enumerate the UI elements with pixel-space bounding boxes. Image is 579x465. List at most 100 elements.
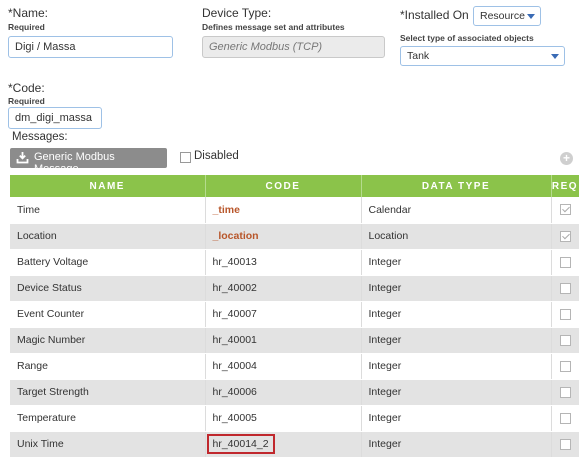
chevron-down-icon — [551, 54, 559, 59]
column-header-req[interactable]: REQ — [551, 175, 579, 197]
row-data-type: Calendar — [361, 197, 552, 224]
column-header-code[interactable]: CODE — [205, 175, 362, 197]
required-checkbox[interactable] — [559, 204, 571, 216]
row-data-type: Integer — [361, 405, 552, 432]
row-req — [551, 301, 579, 328]
row-code-text: hr_40007 — [212, 308, 257, 320]
table-row[interactable]: Device Status hr_40002 Integer — [10, 275, 579, 302]
name-required-hint: Required — [8, 22, 45, 32]
required-checkbox[interactable] — [559, 282, 571, 294]
row-code-text: hr_40001 — [212, 334, 257, 346]
table-row[interactable]: Event Counter hr_40007 Integer — [10, 301, 579, 328]
table-header-row: NAME CODE DATA TYPE REQ — [10, 175, 579, 197]
associated-objects-select[interactable]: Tank — [400, 46, 565, 66]
row-name: Magic Number — [10, 327, 206, 354]
row-req — [551, 405, 579, 432]
chevron-down-icon — [527, 14, 535, 19]
row-code-text: hr_40013 — [212, 256, 257, 268]
row-code: hr_40001 — [205, 327, 362, 354]
row-data-type: Integer — [361, 275, 552, 302]
row-code: hr_40013 — [205, 249, 362, 276]
row-req — [551, 379, 579, 406]
device-type-field: Generic Modbus (TCP) — [202, 36, 385, 58]
row-name: Battery Voltage — [10, 249, 206, 276]
name-label: *Name: — [8, 6, 49, 20]
code-label: *Code: — [8, 81, 45, 95]
highlighted-code: hr_40014_2 — [206, 434, 275, 454]
associated-objects-label: Select type of associated objects — [400, 33, 534, 43]
disabled-label: Disabled — [194, 150, 239, 162]
row-data-type: Integer — [361, 431, 552, 458]
table-row[interactable]: Magic Number hr_40001 Integer — [10, 327, 579, 354]
column-header-name[interactable]: NAME — [10, 175, 206, 197]
required-checkbox[interactable] — [559, 308, 571, 320]
row-code: hr_40005 — [205, 405, 362, 432]
row-name: Unix Time — [10, 431, 206, 458]
row-code: hr_40002 — [205, 275, 362, 302]
add-icon[interactable]: + — [560, 152, 573, 165]
row-data-type: Integer — [361, 379, 552, 406]
required-checkbox[interactable] — [559, 360, 571, 372]
download-icon — [16, 152, 29, 164]
row-req — [551, 197, 579, 224]
column-header-data-type[interactable]: DATA TYPE — [361, 175, 552, 197]
installed-on-select[interactable]: Resource — [473, 6, 541, 26]
name-field[interactable]: Digi / Massa — [8, 36, 173, 58]
device-type-hint: Defines message set and attributes — [202, 22, 345, 32]
row-name: Target Strength — [10, 379, 206, 406]
table-row[interactable]: Time _time Calendar — [10, 197, 579, 224]
device-type-label: Device Type: — [202, 6, 272, 20]
disabled-checkbox[interactable] — [180, 152, 191, 163]
row-name: Event Counter — [10, 301, 206, 328]
row-data-type: Integer — [361, 301, 552, 328]
row-req — [551, 275, 579, 302]
table-row[interactable]: Battery Voltage hr_40013 Integer — [10, 249, 579, 276]
row-name: Device Status — [10, 275, 206, 302]
row-data-type: Integer — [361, 353, 552, 380]
row-name: Range — [10, 353, 206, 380]
messages-label: Messages: — [12, 131, 68, 143]
table-row[interactable]: Unix Time hr_40014_2 Integer — [10, 431, 579, 458]
installed-on-label: *Installed On — [400, 8, 469, 22]
row-data-type: Integer — [361, 249, 552, 276]
table-row[interactable]: Target Strength hr_40006 Integer — [10, 379, 579, 406]
row-name: Temperature — [10, 405, 206, 432]
row-data-type: Integer — [361, 327, 552, 354]
row-data-type: Location — [361, 223, 552, 250]
row-req — [551, 249, 579, 276]
required-checkbox[interactable] — [559, 256, 571, 268]
row-code-text: hr_40005 — [212, 412, 257, 424]
row-code-text: hr_40004 — [212, 360, 257, 372]
row-code: hr_40004 — [205, 353, 362, 380]
table-row[interactable]: Location _location Location — [10, 223, 579, 250]
row-code: hr_40007 — [205, 301, 362, 328]
required-checkbox[interactable] — [559, 412, 571, 424]
row-code: hr_40006 — [205, 379, 362, 406]
row-req — [551, 353, 579, 380]
table-row[interactable]: Temperature hr_40005 Integer — [10, 405, 579, 432]
row-code: _location — [205, 223, 362, 250]
row-req — [551, 431, 579, 458]
row-name: Time — [10, 197, 206, 224]
message-button-label: Generic Modbus Message — [34, 151, 115, 175]
generic-modbus-message-button[interactable]: Generic Modbus Message — [10, 148, 167, 175]
required-checkbox[interactable] — [559, 438, 571, 450]
row-code-text: hr_40002 — [212, 282, 257, 294]
code-required-hint: Required — [8, 96, 45, 106]
installed-on-value: Resource — [480, 10, 525, 22]
row-code-text: _time — [212, 203, 240, 216]
row-req — [551, 223, 579, 250]
row-code: _time — [205, 197, 362, 224]
table-row[interactable]: Range hr_40004 Integer — [10, 353, 579, 380]
row-code-text: hr_40006 — [212, 386, 257, 398]
messages-table: NAME CODE DATA TYPE REQ Time _time Calenda… — [10, 175, 579, 458]
associated-objects-value: Tank — [407, 50, 430, 62]
required-checkbox[interactable] — [559, 386, 571, 398]
row-code-text: _location — [212, 230, 259, 242]
code-field[interactable]: dm_digi_massa — [8, 107, 102, 129]
row-req — [551, 327, 579, 354]
row-name: Location — [10, 223, 206, 250]
required-checkbox[interactable] — [559, 230, 571, 242]
required-checkbox[interactable] — [559, 334, 571, 346]
row-code: hr_40014_2 — [205, 431, 362, 458]
